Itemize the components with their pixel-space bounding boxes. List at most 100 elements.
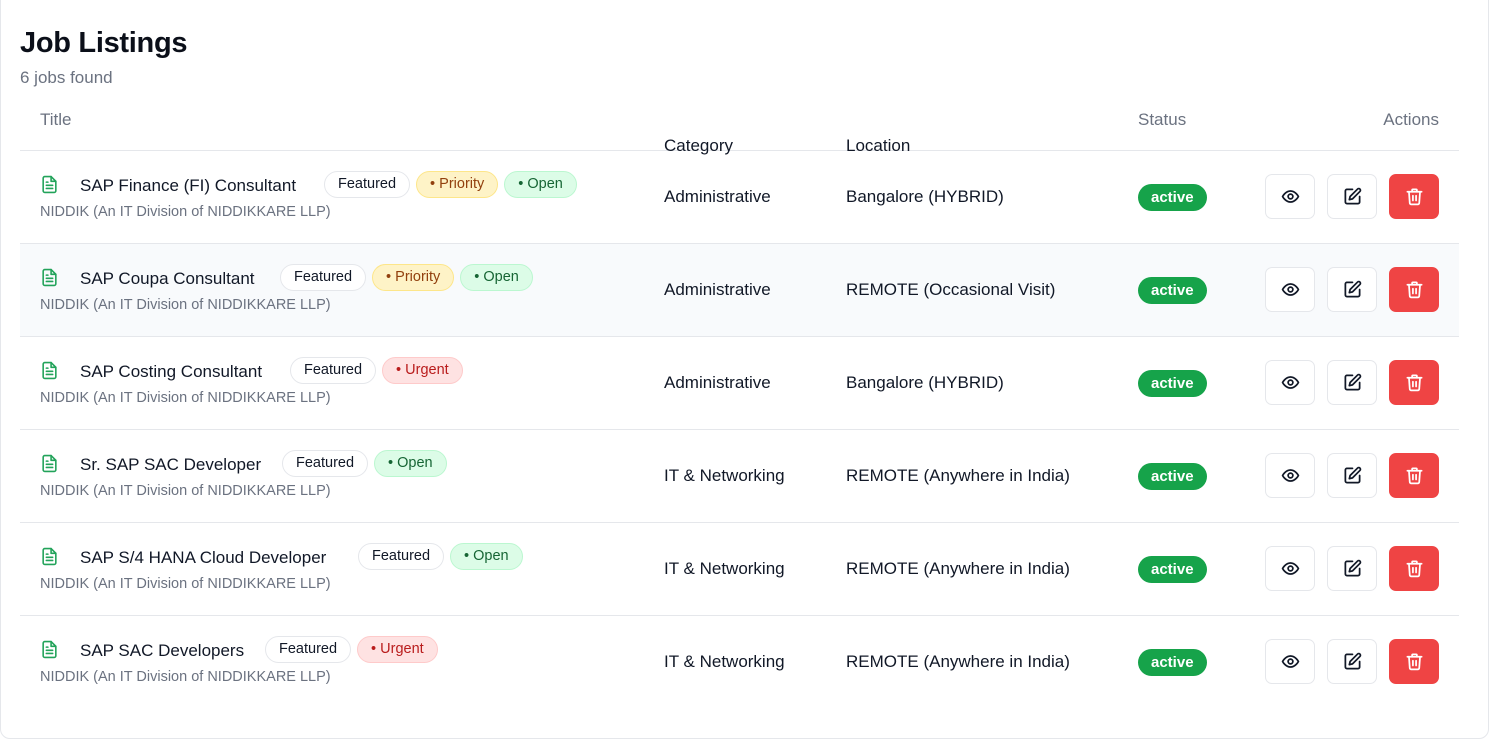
featured-badge: Featured [324,171,411,198]
edit-icon [1343,373,1362,392]
edit-button[interactable] [1327,174,1377,219]
job-category: Administrative [664,373,771,392]
featured-badge: Featured [282,450,369,477]
table-row: SAP Costing Consultant Featured • Urgent … [20,337,1459,430]
document-icon [40,547,59,566]
delete-button[interactable] [1389,546,1439,591]
job-location: REMOTE (Anywhere in India) [846,652,1070,671]
status-badge: active [1138,649,1207,676]
column-header-actions: Actions [1383,110,1439,129]
job-category: Administrative [664,280,771,299]
view-button[interactable] [1265,639,1315,684]
edit-button[interactable] [1327,360,1377,405]
column-header-title[interactable]: Title [40,110,72,130]
edit-icon [1343,652,1362,671]
job-location: REMOTE (Occasional Visit) [846,280,1056,299]
job-title[interactable]: SAP S/4 HANA Cloud Developer [80,548,326,568]
open-badge: • Open [504,171,577,198]
job-title[interactable]: SAP Costing Consultant [80,362,262,382]
job-badges: Featured • Urgent [265,636,438,663]
view-button[interactable] [1265,267,1315,312]
job-title[interactable]: SAP Finance (FI) Consultant [80,176,296,196]
edit-button[interactable] [1327,639,1377,684]
open-badge: • Open [374,450,447,477]
job-title[interactable]: Sr. SAP SAC Developer [80,455,261,475]
trash-icon [1405,187,1424,206]
job-category: IT & Networking [664,652,785,671]
edit-button[interactable] [1327,546,1377,591]
status-badge: active [1138,277,1207,304]
job-badges: Featured • Open [282,450,447,477]
company-name: NIDDIK (An IT Division of NIDDIKKARE LLP… [40,204,331,220]
job-location: REMOTE (Anywhere in India) [846,559,1070,578]
status-badge: active [1138,556,1207,583]
open-badge: • Open [460,264,533,291]
job-badges: Featured • Priority • Open [324,171,577,198]
view-button[interactable] [1265,546,1315,591]
eye-icon [1281,466,1300,485]
eye-icon [1281,280,1300,299]
trash-icon [1405,466,1424,485]
trash-icon [1405,652,1424,671]
document-icon [40,640,59,659]
status-badge: active [1138,463,1207,490]
eye-icon [1281,187,1300,206]
eye-icon [1281,652,1300,671]
job-badges: Featured • Urgent [290,357,463,384]
edit-icon [1343,466,1362,485]
company-name: NIDDIK (An IT Division of NIDDIKKARE LLP… [40,669,331,685]
page-title: Job Listings [20,27,188,59]
edit-button[interactable] [1327,453,1377,498]
eye-icon [1281,559,1300,578]
job-badges: Featured • Priority • Open [280,264,533,291]
view-button[interactable] [1265,453,1315,498]
job-badges: Featured • Open [358,543,523,570]
table-row: SAP Finance (FI) Consultant Featured • Pr… [20,151,1459,244]
document-icon [40,454,59,473]
table-header: Title Category Location Status Actions [20,100,1459,155]
jobs-count: 6 jobs found [20,68,113,87]
edit-icon [1343,280,1362,299]
view-button[interactable] [1265,174,1315,219]
job-location: Bangalore (HYBRID) [846,187,1004,206]
table-row: SAP SAC Developers Featured • Urgent NIDD… [20,616,1459,709]
delete-button[interactable] [1389,267,1439,312]
document-icon [40,175,59,194]
priority-badge: • Priority [416,171,499,198]
table-row: SAP S/4 HANA Cloud Developer Featured • O… [20,523,1459,616]
urgent-badge: • Urgent [382,357,463,384]
table-row: Sr. SAP SAC Developer Featured • Open NID… [20,430,1459,523]
document-icon [40,361,59,380]
delete-button[interactable] [1389,174,1439,219]
featured-badge: Featured [280,264,367,291]
view-button[interactable] [1265,360,1315,405]
document-icon [40,268,59,287]
delete-button[interactable] [1389,639,1439,684]
company-name: NIDDIK (An IT Division of NIDDIKKARE LLP… [40,297,331,313]
job-category: IT & Networking [664,466,785,485]
featured-badge: Featured [358,543,445,570]
trash-icon [1405,559,1424,578]
job-location: Bangalore (HYBRID) [846,373,1004,392]
delete-button[interactable] [1389,453,1439,498]
featured-badge: Featured [265,636,352,663]
edit-button[interactable] [1327,267,1377,312]
job-category: IT & Networking [664,559,785,578]
open-badge: • Open [450,543,523,570]
edit-icon [1343,559,1362,578]
edit-icon [1343,187,1362,206]
job-title[interactable]: SAP SAC Developers [80,641,244,661]
column-header-status[interactable]: Status [1138,110,1186,130]
job-category: Administrative [664,187,771,206]
trash-icon [1405,280,1424,299]
company-name: NIDDIK (An IT Division of NIDDIKKARE LLP… [40,390,331,406]
priority-badge: • Priority [372,264,455,291]
job-location: REMOTE (Anywhere in India) [846,466,1070,485]
status-badge: active [1138,370,1207,397]
trash-icon [1405,373,1424,392]
featured-badge: Featured [290,357,377,384]
job-title[interactable]: SAP Coupa Consultant [80,269,255,289]
table-row: SAP Coupa Consultant Featured • Priority •… [20,244,1459,337]
delete-button[interactable] [1389,360,1439,405]
company-name: NIDDIK (An IT Division of NIDDIKKARE LLP… [40,483,331,499]
